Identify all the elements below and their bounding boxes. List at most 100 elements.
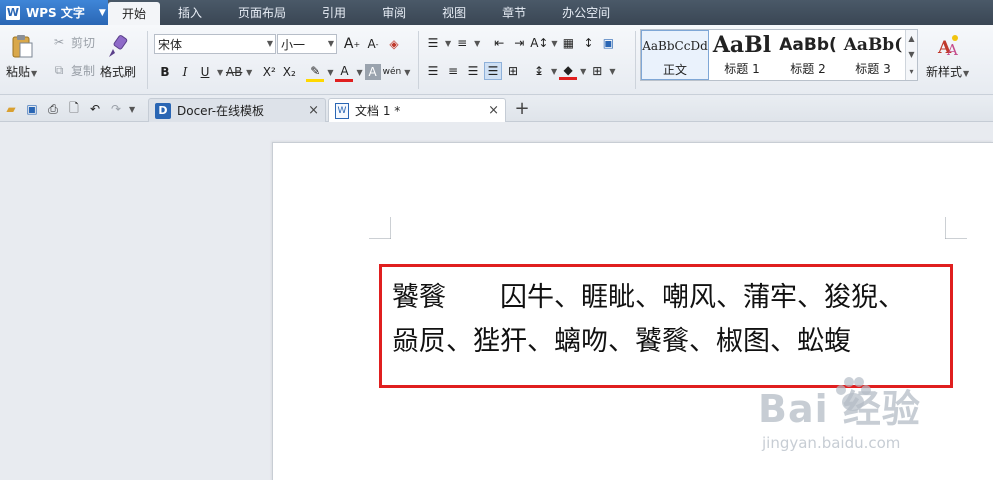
chevron-down-icon[interactable]: ▼ [217,68,223,77]
style-heading-1[interactable]: AaBl 标题 1 [709,30,775,80]
tab-label: 文档 1 * [355,104,401,118]
distribute-icon[interactable]: ⊞ [504,62,522,80]
underline-button[interactable]: U [196,62,214,82]
style-normal[interactable]: AaBbCcDd 正文 [641,30,709,80]
font-color-button[interactable]: A [335,62,354,82]
document-tab-bar: ▰ ▣ ⎙ 🗋 ↶ ↷ ▼ D Docer-在线模板 × W 文档 1 * × … [0,96,993,122]
chevron-down-icon[interactable]: ▼ [246,68,252,77]
close-icon[interactable]: × [488,103,499,118]
menu-bar: W WPS 文字 ▼ 开始 插入 页面布局 引用 审阅 视图 章节 办公空间 [0,0,993,25]
copy-label: 复制 [71,63,96,78]
print-icon[interactable]: ⎙ [44,100,62,118]
copy-button[interactable]: ⧉ 复制 [50,61,95,79]
scissors-icon: ✂ [53,35,65,49]
line-spacing-icon[interactable]: ↨ [530,62,548,80]
paste-button[interactable]: 粘贴▼ [6,33,37,80]
gallery-scroll[interactable]: ▲ ▼ ▾ [905,30,917,80]
format-painter-label: 格式刷 [100,65,137,79]
tab-view[interactable]: 视图 [424,0,484,25]
table-icon[interactable]: ▦ [559,34,577,52]
copy-icon: ⧉ [54,62,64,77]
align-right-icon[interactable]: ☰ [464,62,482,80]
ribbon-separator [147,31,148,89]
increase-indent-icon[interactable]: ⇥ [510,34,528,52]
paragraph-row-2: ☰ ≡ ☰ ☰ ⊞ ↨ ▼ ◆ ▼ ⊞ ▼ [424,62,615,80]
italic-button[interactable]: I [176,62,194,82]
tab-office-space[interactable]: 办公空间 [544,0,628,25]
align-left-icon[interactable]: ☰ [424,62,442,80]
font-name-select[interactable]: 宋体 ▼ [154,34,276,54]
watermark-url: jingyan.baidu.com [762,434,901,452]
numbered-list-icon[interactable]: ≡ [453,34,471,52]
justify-icon[interactable]: ☰ [484,62,502,80]
style-caption: 标题 3 [855,62,891,76]
watermark-text: Bai 经验 [758,387,921,431]
tab-page-layout[interactable]: 页面布局 [220,0,304,25]
decrease-indent-icon[interactable]: ⇤ [490,34,508,52]
tab-references[interactable]: 引用 [304,0,364,25]
chevron-down-icon[interactable]: ▼ [404,68,410,77]
ribbon: 粘贴▼ ✂ 剪切 ⧉ 复制 格式刷 宋体 ▼ 小一 ▼ A + A- ◈ B I … [0,25,993,95]
new-style-button[interactable]: A A 新样式▼ [926,33,969,80]
styles-gallery: AaBbCcDd 正文 AaBl 标题 1 AaBb( 标题 2 AaBb( 标… [640,29,918,81]
new-tab-button[interactable]: + [512,98,532,120]
style-heading-3[interactable]: AaBb( 标题 3 [841,30,905,80]
wps-app-button[interactable]: W WPS 文字 ▼ [0,0,108,25]
superscript-button[interactable]: X² [260,62,278,82]
grow-font-icon[interactable]: A + [343,34,361,54]
shrink-font-icon[interactable]: A- [364,34,382,54]
strikethrough-button[interactable]: AB [225,62,243,82]
font-size-value: 小一 [281,37,306,52]
cut-button[interactable]: ✂ 剪切 [50,33,95,51]
bullet-list-icon[interactable]: ☰ [424,34,442,52]
show-marks-icon[interactable]: ▣ [599,34,617,52]
chevron-down-icon: ▼ [266,39,273,48]
sort-icon[interactable]: ↕ [579,34,597,52]
style-sample: AaBbCcDd [642,39,708,53]
undo-icon[interactable]: ↶ [86,100,104,118]
tab-review[interactable]: 审阅 [364,0,424,25]
style-caption: 标题 1 [724,62,760,76]
text-direction-icon[interactable]: A↕ [530,34,548,52]
chevron-down-icon[interactable]: ▼ [356,68,362,77]
svg-text:A: A [946,41,958,59]
clear-format-icon[interactable]: ◈ [385,34,403,54]
style-heading-2[interactable]: AaBb( 标题 2 [775,30,841,80]
save-icon[interactable]: ▣ [23,100,41,118]
style-sample: AaBb( [843,35,903,55]
clipboard-icon [12,35,33,58]
paragraph-row-1: ☰ ▼ ≡ ▼ ⇤ ⇥ A↕ ▼ ▦ ↕ ▣ [424,34,617,52]
close-icon[interactable]: × [308,103,319,118]
highlight-icon[interactable]: ✎ [306,62,325,82]
chevron-down-icon: ▼ [98,7,106,18]
char-shading-button[interactable]: A [364,64,381,80]
bold-button[interactable]: B [156,62,174,82]
quick-access-toolbar: ▰ ▣ ⎙ 🗋 ↶ ↷ ▼ [2,100,135,118]
margin-corner-mark [945,217,967,239]
chevron-down-icon[interactable]: ▼ [908,50,914,59]
font-size-tools: A + A- ◈ [343,34,403,54]
chevron-down-icon[interactable]: ▼ [327,68,333,77]
phonetic-guide-button[interactable]: wén [383,62,402,82]
chevron-up-icon[interactable]: ▲ [908,34,914,43]
brush-icon [109,35,128,57]
subscript-button[interactable]: X₂ [280,62,298,82]
margin-corner-mark [369,217,391,239]
tab-document-1[interactable]: W 文档 1 * × [328,98,506,122]
format-painter-button[interactable]: 格式刷 [100,33,136,80]
paste-label: 粘贴 [6,65,31,79]
gallery-more-icon[interactable]: ▾ [909,67,913,76]
print-preview-icon[interactable]: 🗋 [65,100,83,118]
tab-section[interactable]: 章节 [484,0,544,25]
align-center-icon[interactable]: ≡ [444,62,462,80]
cut-label: 剪切 [71,35,96,50]
tab-docer-templates[interactable]: D Docer-在线模板 × [148,98,326,122]
font-size-select[interactable]: 小一 ▼ [277,34,337,54]
tab-home[interactable]: 开始 [108,2,161,25]
redo-icon[interactable]: ↷ [107,100,125,118]
borders-icon[interactable]: ⊞ [588,62,606,80]
shading-icon[interactable]: ◆ [559,62,578,80]
chevron-down-icon[interactable]: ▼ [129,105,135,114]
open-folder-icon[interactable]: ▰ [2,100,20,118]
tab-insert[interactable]: 插入 [160,0,220,25]
